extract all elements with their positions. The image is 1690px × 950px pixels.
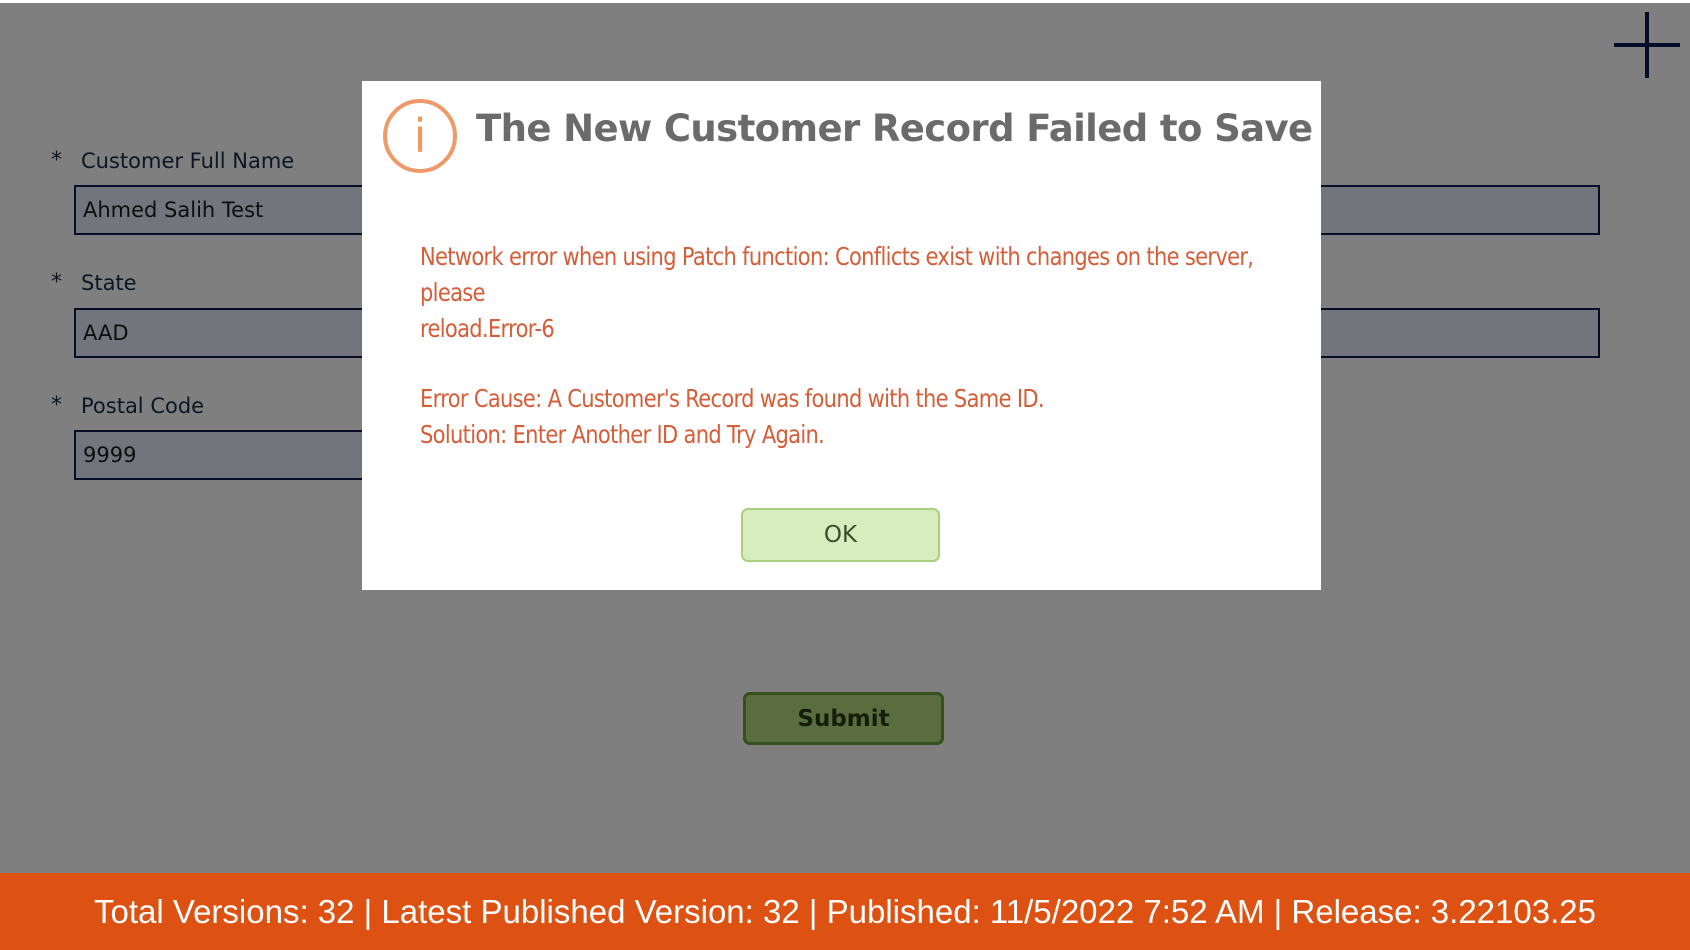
info-icon: i <box>383 99 457 173</box>
dialog-message: Network error when using Patch function:… <box>420 239 1302 453</box>
error-dialog: i The New Customer Record Failed to Save… <box>362 81 1321 590</box>
ok-button[interactable]: OK <box>741 508 940 562</box>
error-message-line: Network error when using Patch function:… <box>420 242 1254 307</box>
dialog-title: The New Customer Record Failed to Save <box>476 107 1313 150</box>
version-info-text: Total Versions: 32 | Latest Published Ve… <box>94 892 1596 930</box>
error-solution: Solution: Enter Another ID and Try Again… <box>420 420 825 449</box>
version-footer: Total Versions: 32 | Latest Published Ve… <box>0 873 1690 950</box>
error-cause: Error Cause: A Customer's Record was fou… <box>420 384 1045 413</box>
error-message-line: reload.Error-6 <box>420 314 555 343</box>
